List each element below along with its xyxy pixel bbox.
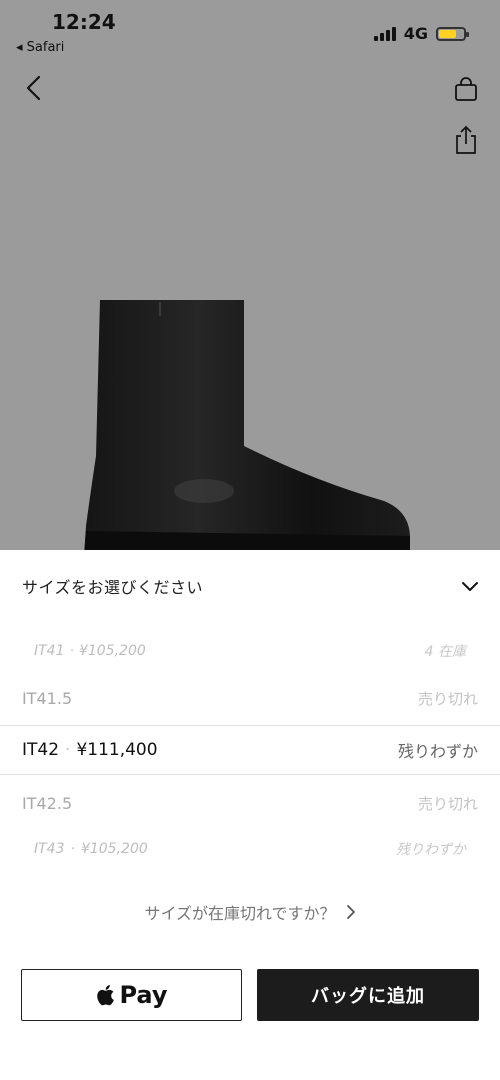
size-option-it42-5[interactable]: IT42.5 売り切れ [0,790,500,816]
size-label: IT41.5 [22,688,73,708]
size-price: ¥105,200 [78,643,146,659]
separator: · [65,740,71,760]
size-picker-header[interactable]: サイズをお選びください [22,574,480,598]
boot-image [84,300,410,550]
size-option-label: IT41 · ¥105,200 [34,643,146,659]
size-selection-sheet: サイズをお選びください IT41 · ¥105,200 4 在庫 IT41.5 … [0,550,500,1080]
apple-pay-button[interactable]: Pay [21,969,242,1021]
shopping-bag-icon [455,77,477,101]
size-label: IT43 [34,841,65,857]
network-type: 4G [403,24,428,43]
size-out-of-stock-link[interactable]: サイズが在庫切れですか？ [0,900,500,924]
signal-icon [373,26,396,41]
chevron-left-icon [26,75,41,101]
size-option-it41-5[interactable]: IT41.5 売り切れ [0,685,500,711]
share-button[interactable] [450,124,482,156]
product-image-area: 12:24 ◂ Safari 4G [0,0,500,550]
chevron-right-icon [346,905,355,919]
stock-status: 4 在庫 [424,644,466,660]
status-bar: 12:24 ◂ Safari 4G [0,0,500,60]
size-price: ¥105,200 [80,841,148,857]
size-price: ¥111,400 [76,740,158,760]
apple-pay-label: Pay [119,981,168,1009]
stock-status: 残りわずか [396,842,466,858]
size-option-label: IT42 · ¥111,400 [22,740,158,760]
size-picker-title: サイズをお選びください [22,578,204,597]
stock-status: 売り切れ [417,794,478,813]
size-option-label: IT43 · ¥105,200 [34,841,148,857]
size-option-it43[interactable]: IT43 · ¥105,200 残りわずか [0,838,500,860]
separator: · [69,643,74,659]
chevron-down-icon[interactable] [460,576,480,596]
out-of-stock-text: サイズが在庫切れですか？ [144,904,336,923]
share-icon [456,125,476,154]
apple-icon [97,985,115,1006]
battery-icon [436,26,469,41]
add-to-bag-button[interactable]: バッグに追加 [257,969,479,1021]
size-option-it41[interactable]: IT41 · ¥105,200 4 在庫 [0,640,500,662]
size-label: IT42.5 [22,793,73,813]
purchase-actions: Pay バッグに追加 [21,969,479,1021]
battery-fill [439,29,456,38]
size-option-label: IT41.5 [22,689,72,708]
stock-status: 残りわずか [397,742,478,761]
back-to-safari-link[interactable]: ◂ Safari [16,40,64,55]
shopping-bag-button[interactable] [450,74,482,104]
size-label: IT42 [22,740,60,760]
status-time: 12:24 [52,10,116,34]
size-label: IT41 [34,643,65,659]
status-indicators: 4G [373,24,469,43]
separator: · [70,841,75,857]
stock-status: 売り切れ [417,689,478,708]
back-button[interactable] [18,72,50,104]
size-option-label: IT42.5 [22,794,72,813]
size-option-it42[interactable]: IT42 · ¥111,400 残りわずか [0,725,500,775]
